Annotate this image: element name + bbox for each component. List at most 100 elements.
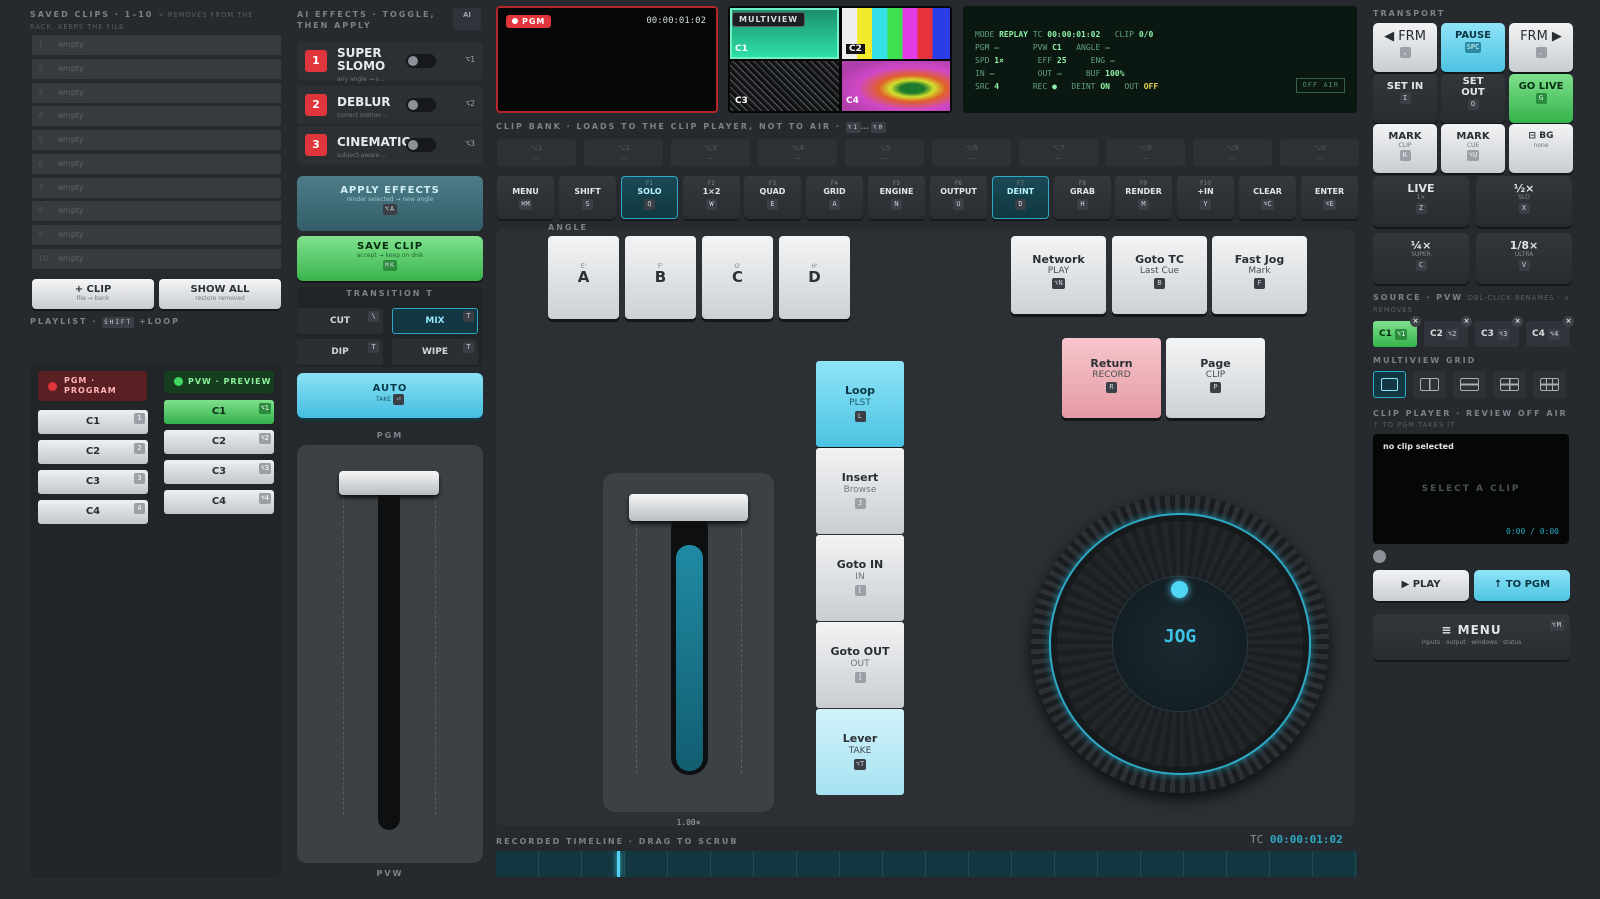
grab-key[interactable]: F8 GRAB H — [1054, 176, 1111, 219]
pgm-item-c3[interactable]: C3 3 — [38, 470, 148, 494]
page-clip-button[interactable]: Page CLIP P — [1166, 338, 1265, 418]
set-out-button[interactable]: SET OUT O — [1441, 74, 1505, 123]
source-c4[interactable]: C4 ⌥4 × — [1526, 316, 1574, 347]
insert-browse-button[interactable]: Insert Browse J — [816, 448, 904, 534]
save-clip-button[interactable]: SAVE CLIP accept → keep on disk ⌘K — [297, 236, 483, 281]
go-live-button[interactable]: GO LIVE G — [1509, 74, 1573, 123]
solo-key[interactable]: F1 SOLO Q — [621, 176, 678, 219]
pvw-item-c2[interactable]: C2 ⌥2 — [164, 430, 274, 454]
grid-key[interactable]: F4 GRID A — [806, 176, 863, 219]
apply-effects-button[interactable]: APPLY EFFECTS render selected → new angl… — [297, 176, 483, 231]
mark-cue-button[interactable]: MARK CUE ⌥U — [1441, 124, 1505, 173]
clear-key[interactable]: CLEAR ⌥C — [1239, 176, 1296, 219]
clip-bank-slot[interactable]: ⌥4 — — [758, 139, 837, 166]
live-speed-button[interactable]: LIVE 1× Z — [1373, 176, 1469, 227]
clip-bank-slot[interactable]: ⌥1 — — [497, 139, 576, 166]
saved-clip-slot[interactable]: 1 empty — [32, 35, 281, 55]
render-key[interactable]: F9 RENDER M — [1115, 176, 1172, 219]
mark-clip-button[interactable]: MARK CLIP K — [1373, 124, 1437, 173]
goto-in-button[interactable]: Goto IN IN [ — [816, 535, 904, 621]
super-speed-button[interactable]: ¼× SUPER C — [1373, 233, 1469, 284]
speed-lever[interactable] — [603, 473, 774, 812]
frame-forward-button[interactable]: FRM ▶. — [1509, 23, 1573, 72]
add-clip-button[interactable]: + CLIP file → bank — [32, 279, 154, 309]
ultra-speed-button[interactable]: 1/8× ULTRA V — [1476, 233, 1572, 284]
cut-button[interactable]: CUT \ — [297, 308, 383, 334]
pvw-item-c3[interactable]: C3 ⌥3 — [164, 460, 274, 484]
effect-toggle[interactable] — [406, 138, 436, 152]
plus-in-key[interactable]: F10 +IN Y — [1177, 176, 1234, 219]
slo-speed-button[interactable]: ½× SLO X — [1476, 176, 1572, 227]
goto-out-button[interactable]: Goto OUT OUT] — [816, 622, 904, 708]
jog-wheel[interactable]: JOG — [1031, 495, 1329, 793]
source-c1[interactable]: C1 ⌥1 × — [1373, 316, 1421, 347]
pvw-item-c1[interactable]: C1 ⌥1 — [164, 400, 274, 424]
pgm-item-c2[interactable]: C2 2 — [38, 440, 148, 464]
menu-key[interactable]: MENU ⌘M — [497, 176, 554, 219]
background-button[interactable]: ⊟ BG none — [1509, 124, 1573, 173]
clip-bank-slot[interactable]: ⌥6 — — [932, 139, 1011, 166]
quad-key[interactable]: F3 QUAD E — [744, 176, 801, 219]
clip-bank-slot[interactable]: ⌥5 — — [845, 139, 924, 166]
layout-grid-button[interactable] — [1533, 371, 1566, 398]
dip-button[interactable]: DIP T — [297, 339, 383, 365]
angle-b-button[interactable]: F' B — [625, 236, 696, 319]
recorded-timeline[interactable] — [496, 851, 1357, 877]
transition-fader[interactable] — [297, 445, 483, 863]
engine-key[interactable]: F5 ENGINE N — [868, 176, 925, 219]
saved-clip-slot[interactable]: 7 empty — [32, 178, 281, 198]
lever-take-button[interactable]: Lever TAKE ⌥T — [816, 709, 904, 795]
remove-source-icon[interactable]: × — [1461, 316, 1472, 327]
saved-clip-slot[interactable]: 8 empty — [32, 201, 281, 221]
fast-jog-button[interactable]: Fast Jog Mark F — [1212, 236, 1307, 314]
output-key[interactable]: F6 OUTPUT U — [930, 176, 987, 219]
saved-clip-slot[interactable]: 10 empty — [32, 249, 281, 269]
main-menu-button[interactable]: ≡ MENU inputs · output · windows · statu… — [1373, 614, 1570, 660]
goto-tc-button[interactable]: Goto TC Last Cue B — [1112, 236, 1207, 314]
clip-bank-slot[interactable]: ⌥9 — — [1193, 139, 1272, 166]
source-c3[interactable]: C3 ⌥3 × — [1475, 316, 1523, 347]
auto-take-button[interactable]: AUTO TAKE ⏎ — [297, 373, 483, 418]
to-pgm-button[interactable]: ↑ TO PGM — [1474, 570, 1570, 601]
angle-d-button[interactable]: H' D — [779, 236, 850, 319]
effect-toggle[interactable] — [406, 54, 436, 68]
split-1x2-key[interactable]: F2 1×2 W — [683, 176, 740, 219]
saved-clip-slot[interactable]: 5 empty — [32, 130, 281, 150]
timeline-playhead[interactable] — [617, 851, 620, 877]
mix-button[interactable]: MIX T — [392, 308, 478, 334]
pvw-item-c4[interactable]: C4 ⌥4 — [164, 490, 274, 514]
network-play-button[interactable]: Network PLAY ⌥N — [1011, 236, 1106, 314]
effect-toggle[interactable] — [406, 98, 436, 112]
enter-key[interactable]: ENTER ⌥E — [1301, 176, 1358, 219]
remove-source-icon[interactable]: × — [1512, 316, 1523, 327]
angle-c-button[interactable]: G' C — [702, 236, 773, 319]
clip-bank-slot[interactable]: ⌥8 — — [1106, 139, 1185, 166]
pgm-item-c4[interactable]: C4 4 — [38, 500, 148, 524]
shift-key[interactable]: SHIFT S — [559, 176, 616, 219]
loop-plst-button[interactable]: Loop PLST L — [816, 361, 904, 447]
frame-back-button[interactable]: ◀ FRM, — [1373, 23, 1437, 72]
angle-a-button[interactable]: E' A — [548, 236, 619, 319]
return-record-button[interactable]: Return RECORD R — [1062, 338, 1161, 418]
remove-source-icon[interactable]: × — [1410, 316, 1421, 327]
clip-bank-slot[interactable]: ⌥0 — — [1280, 139, 1359, 166]
clip-bank-slot[interactable]: ⌥2 — — [584, 139, 663, 166]
saved-clip-slot[interactable]: 6 empty — [32, 154, 281, 174]
layout-quad-button[interactable] — [1493, 371, 1526, 398]
layout-split-button[interactable] — [1413, 371, 1446, 398]
lever-handle[interactable] — [629, 494, 748, 521]
pgm-item-c1[interactable]: C1 1 — [38, 410, 148, 434]
set-in-button[interactable]: SET IN I — [1373, 74, 1437, 123]
saved-clip-slot[interactable]: 9 empty — [32, 225, 281, 245]
saved-clip-slot[interactable]: 2 empty — [32, 59, 281, 79]
pause-button[interactable]: PAUSE SPC — [1441, 23, 1505, 72]
remove-source-icon[interactable]: × — [1563, 316, 1574, 327]
wipe-button[interactable]: WIPE T — [392, 339, 478, 365]
layout-solo-button[interactable] — [1373, 371, 1406, 398]
clip-play-button[interactable]: ▶ PLAY — [1373, 570, 1469, 601]
layout-stack-button[interactable] — [1453, 371, 1486, 398]
saved-clip-slot[interactable]: 4 empty — [32, 106, 281, 126]
clip-bank-slot[interactable]: ⌥3 — — [671, 139, 750, 166]
deint-key[interactable]: F7 DEINT D — [992, 176, 1049, 219]
clip-scrub-handle[interactable] — [1373, 550, 1386, 563]
